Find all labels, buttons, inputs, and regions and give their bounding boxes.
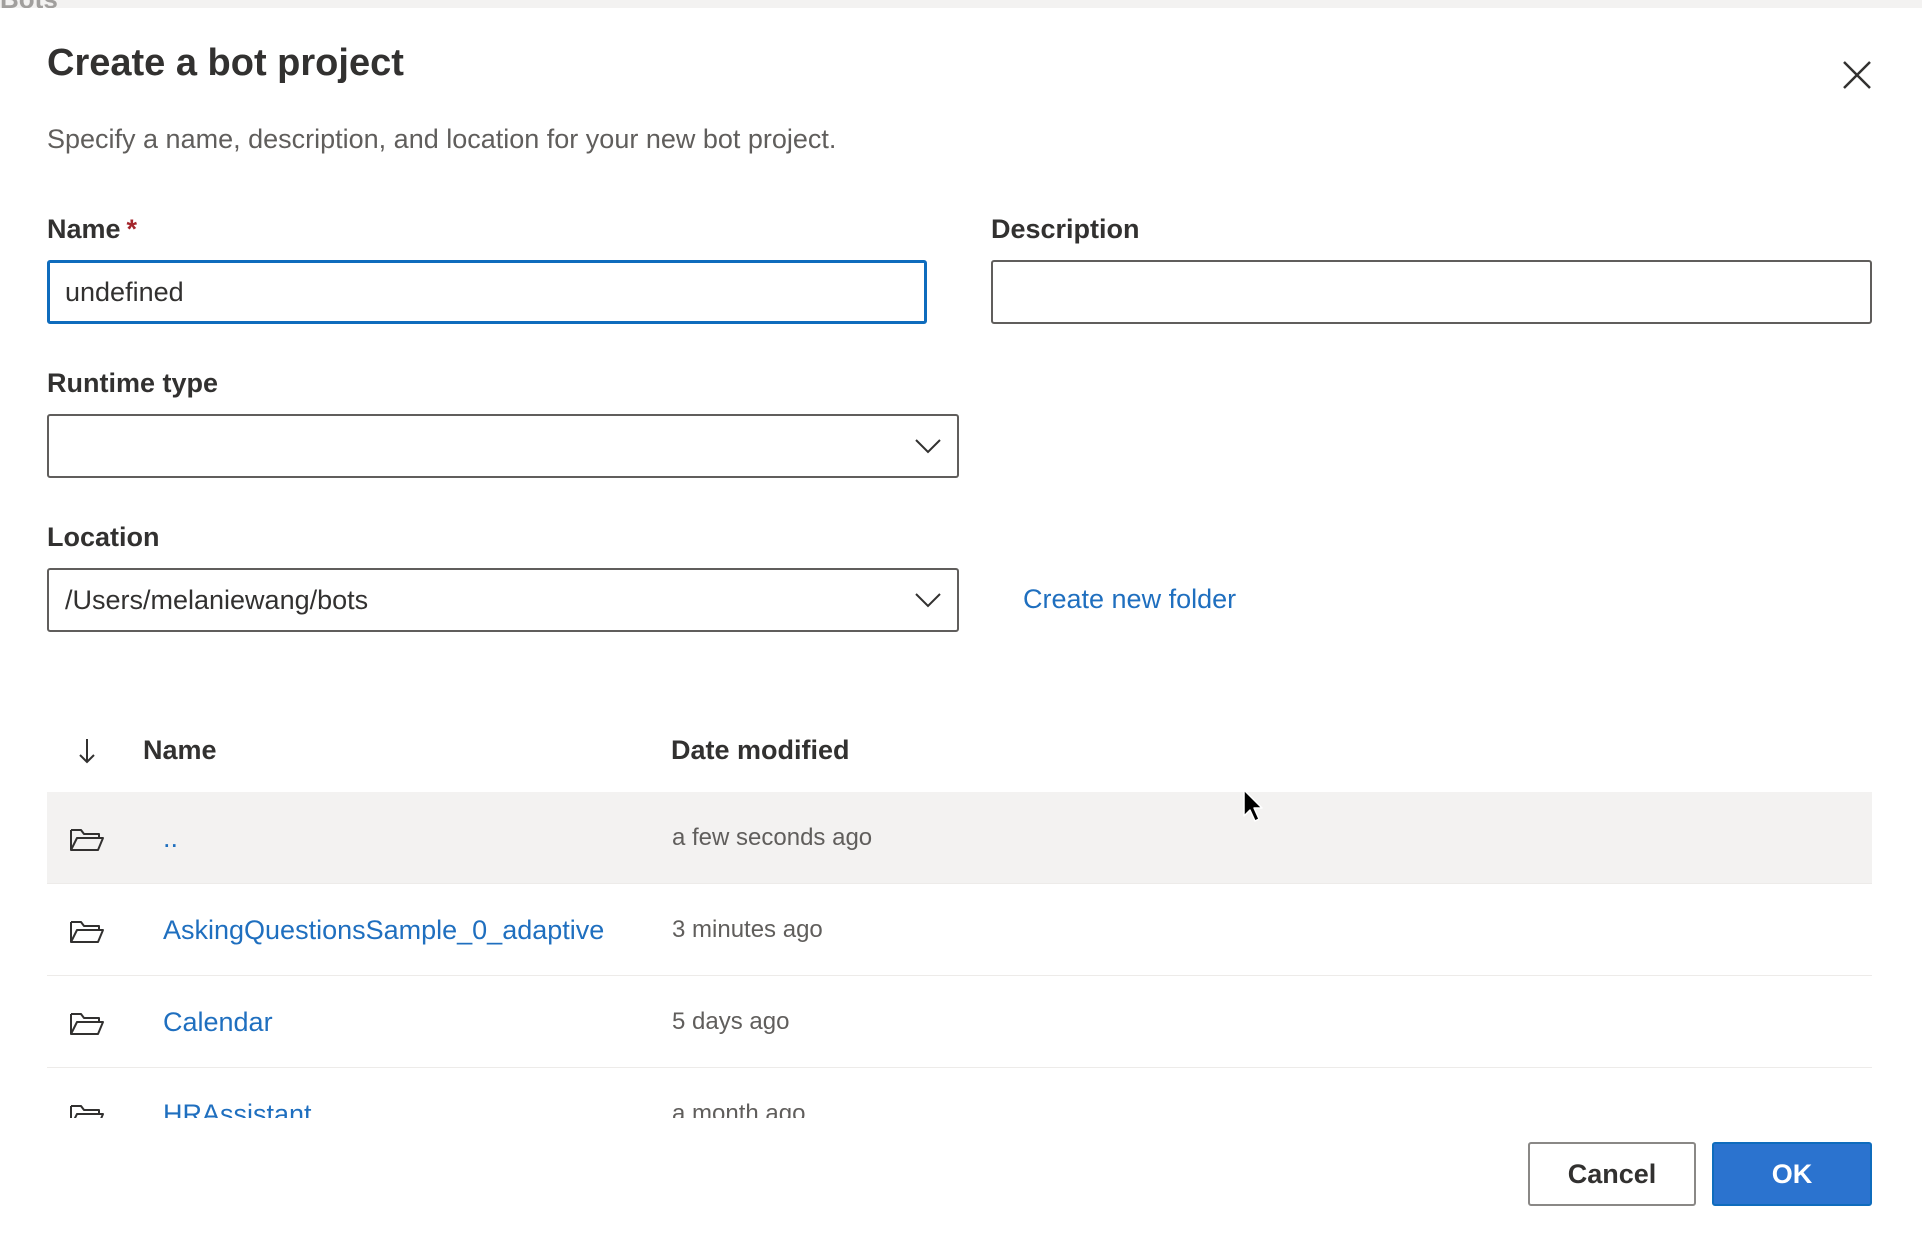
required-marker: * <box>126 214 138 244</box>
chevron-down-icon <box>915 593 941 608</box>
folder-open-icon <box>70 829 104 851</box>
file-name-link[interactable]: .. <box>163 792 178 884</box>
background-page-title: Bots <box>0 0 58 8</box>
dialog-title: Create a bot project <box>47 42 404 84</box>
folder-open-icon <box>70 921 104 943</box>
location-value: /Users/melaniewang/bots <box>65 585 369 615</box>
file-date: a few seconds ago <box>672 824 873 851</box>
file-name-link[interactable]: HRAssistant <box>163 1068 312 1118</box>
ok-button[interactable]: OK <box>1712 1142 1872 1206</box>
location-label: Location <box>47 522 160 552</box>
mouse-cursor-icon <box>1243 789 1263 822</box>
file-list: .. a few seconds ago AskingQuestionsSamp… <box>0 792 1922 1118</box>
file-list-header: Name Date modified <box>47 708 1872 792</box>
description-label: Description <box>991 214 1140 244</box>
column-header-name[interactable]: Name <box>143 708 217 792</box>
file-date: 3 minutes ago <box>672 916 823 943</box>
file-date: 5 days ago <box>672 1008 790 1035</box>
file-name-link[interactable]: AskingQuestionsSample_0_adaptive <box>163 884 604 976</box>
close-button[interactable] <box>1836 54 1878 96</box>
file-row[interactable]: AskingQuestionsSample_0_adaptive 3 minut… <box>47 884 1872 976</box>
create-bot-project-dialog: Create a bot project Specify a name, des… <box>0 8 1922 1254</box>
sort-arrow-down-icon[interactable] <box>75 736 99 766</box>
create-new-folder-link[interactable]: Create new folder <box>1023 584 1236 615</box>
description-input[interactable] <box>991 260 1872 324</box>
file-row[interactable]: Calendar 5 days ago <box>47 976 1872 1068</box>
location-dropdown[interactable]: /Users/melaniewang/bots <box>47 568 959 632</box>
name-input[interactable]: undefined <box>47 260 927 324</box>
file-row[interactable]: HRAssistant a month ago <box>47 1068 1872 1118</box>
file-date: a month ago <box>672 1100 806 1118</box>
runtime-type-dropdown[interactable] <box>47 414 959 478</box>
name-label: Name * <box>47 214 137 245</box>
name-label-text: Name <box>47 214 121 244</box>
folder-open-icon <box>70 1105 104 1118</box>
runtime-type-label: Runtime type <box>47 368 219 398</box>
chevron-down-icon <box>915 439 941 454</box>
folder-open-icon <box>70 1013 104 1035</box>
dialog-subtitle: Specify a name, description, and locatio… <box>47 124 837 154</box>
column-header-date-modified[interactable]: Date modified <box>671 708 850 792</box>
file-name-link[interactable]: Calendar <box>163 976 273 1068</box>
cancel-button[interactable]: Cancel <box>1528 1142 1696 1206</box>
close-icon <box>1843 61 1871 89</box>
file-row-parent[interactable]: .. a few seconds ago <box>47 792 1872 884</box>
background-page-strip: Bots <box>0 0 1922 8</box>
